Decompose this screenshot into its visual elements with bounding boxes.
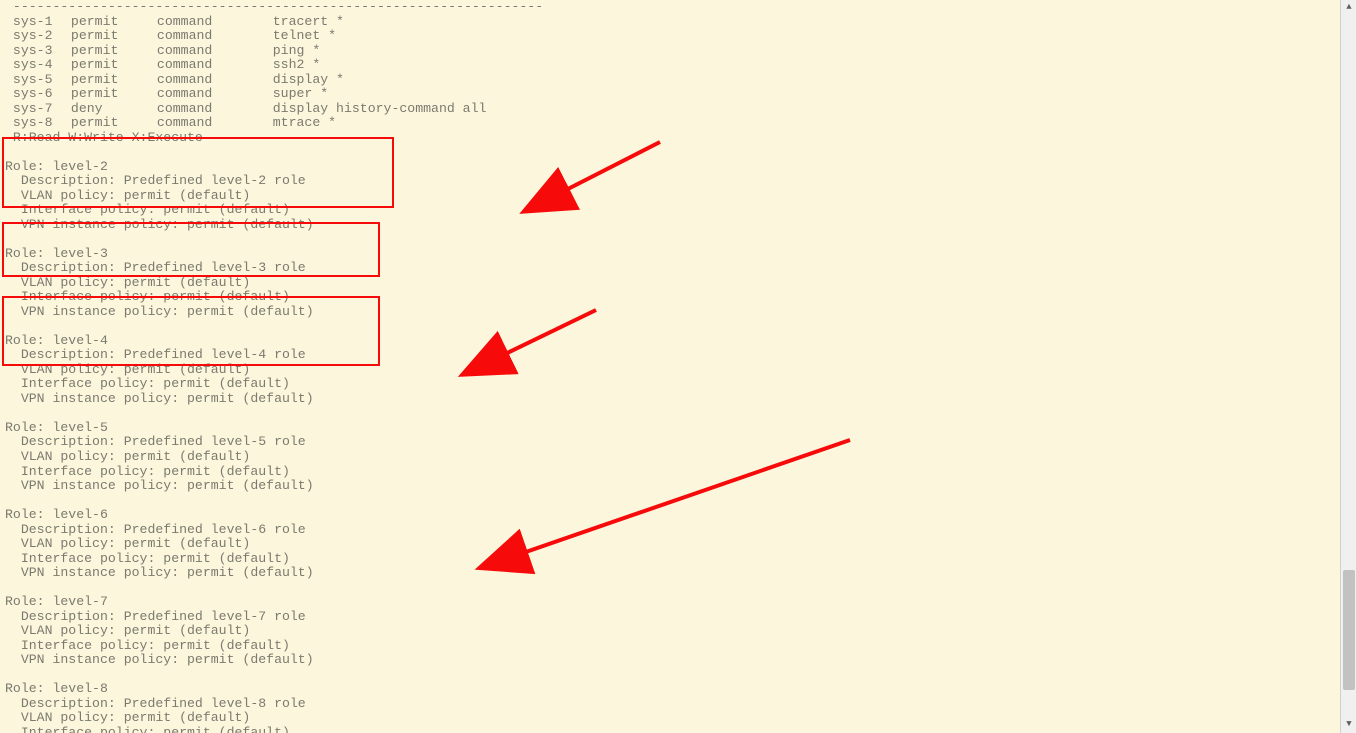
scroll-down-icon[interactable]: ▼ xyxy=(1341,717,1356,733)
rule-row: sys-2permitcommand telnet * xyxy=(5,29,543,44)
role-detail: Interface policy: permit (default) xyxy=(5,726,543,733)
role-detail: VLAN policy: permit (default) xyxy=(5,624,543,639)
role-detail: VPN instance policy: permit (default) xyxy=(5,566,543,581)
role-detail: Description: Predefined level-6 role xyxy=(5,523,543,538)
annotation-arrow-icon xyxy=(562,142,660,192)
role-detail: VPN instance policy: permit (default) xyxy=(5,305,543,320)
role-detail: Description: Predefined level-2 role xyxy=(5,174,543,189)
role-detail: Description: Predefined level-4 role xyxy=(5,348,543,363)
role-block-7: Role: level-7 Description: Predefined le… xyxy=(5,595,543,668)
rule-row: sys-6permitcommand super * xyxy=(5,87,543,102)
role-name: Role: level-4 xyxy=(5,334,543,349)
role-block-6: Role: level-6 Description: Predefined le… xyxy=(5,508,543,581)
role-detail: Interface policy: permit (default) xyxy=(5,552,543,567)
scroll-up-icon[interactable]: ▲ xyxy=(1341,0,1356,16)
role-name: Role: level-7 xyxy=(5,595,543,610)
rule-row: sys-8permitcommand mtrace * xyxy=(5,116,543,131)
scroll-thumb[interactable] xyxy=(1343,570,1355,690)
role-detail: VPN instance policy: permit (default) xyxy=(5,392,543,407)
role-detail: Interface policy: permit (default) xyxy=(5,377,543,392)
legend-line: R:Read W:Write X:Execute xyxy=(5,131,543,146)
rule-row: sys-7denycommand display history-command… xyxy=(5,102,543,117)
role-block-4: Role: level-4 Description: Predefined le… xyxy=(5,334,543,407)
role-detail: Interface policy: permit (default) xyxy=(5,290,543,305)
role-block-2: Role: level-2 Description: Predefined le… xyxy=(5,160,543,233)
terminal-output: ----------------------------------------… xyxy=(0,0,1340,733)
vertical-scrollbar[interactable]: ▲ ▼ xyxy=(1340,0,1356,733)
role-detail: Interface policy: permit (default) xyxy=(5,203,543,218)
dash-line: ----------------------------------------… xyxy=(5,0,543,15)
role-detail: VLAN policy: permit (default) xyxy=(5,276,543,291)
role-detail: VPN instance policy: permit (default) xyxy=(5,479,543,494)
cli-text-area: ----------------------------------------… xyxy=(5,0,543,733)
role-detail: Description: Predefined level-7 role xyxy=(5,610,543,625)
role-name: Role: level-8 xyxy=(5,682,543,697)
role-name: Role: level-5 xyxy=(5,421,543,436)
role-name: Role: level-6 xyxy=(5,508,543,523)
role-detail: Description: Predefined level-5 role xyxy=(5,435,543,450)
rule-row: sys-3permitcommand ping * xyxy=(5,44,543,59)
role-detail: Description: Predefined level-3 role xyxy=(5,261,543,276)
role-block-8: Role: level-8 Description: Predefined le… xyxy=(5,682,543,733)
rule-row: sys-4permitcommand ssh2 * xyxy=(5,58,543,73)
role-detail: VPN instance policy: permit (default) xyxy=(5,218,543,233)
rule-row: sys-1permitcommand tracert * xyxy=(5,15,543,30)
role-detail: VLAN policy: permit (default) xyxy=(5,363,543,378)
role-detail: Interface policy: permit (default) xyxy=(5,465,543,480)
role-detail: VLAN policy: permit (default) xyxy=(5,189,543,204)
annotation-arrow-icon xyxy=(520,440,850,554)
role-name: Role: level-2 xyxy=(5,160,543,175)
role-detail: VLAN policy: permit (default) xyxy=(5,537,543,552)
role-detail: Description: Predefined level-8 role xyxy=(5,697,543,712)
role-name: Role: level-3 xyxy=(5,247,543,262)
role-block-3: Role: level-3 Description: Predefined le… xyxy=(5,247,543,320)
role-detail: VPN instance policy: permit (default) xyxy=(5,653,543,668)
role-block-5: Role: level-5 Description: Predefined le… xyxy=(5,421,543,494)
rule-row: sys-5permitcommand display * xyxy=(5,73,543,88)
role-detail: VLAN policy: permit (default) xyxy=(5,711,543,726)
role-detail: VLAN policy: permit (default) xyxy=(5,450,543,465)
role-detail: Interface policy: permit (default) xyxy=(5,639,543,654)
